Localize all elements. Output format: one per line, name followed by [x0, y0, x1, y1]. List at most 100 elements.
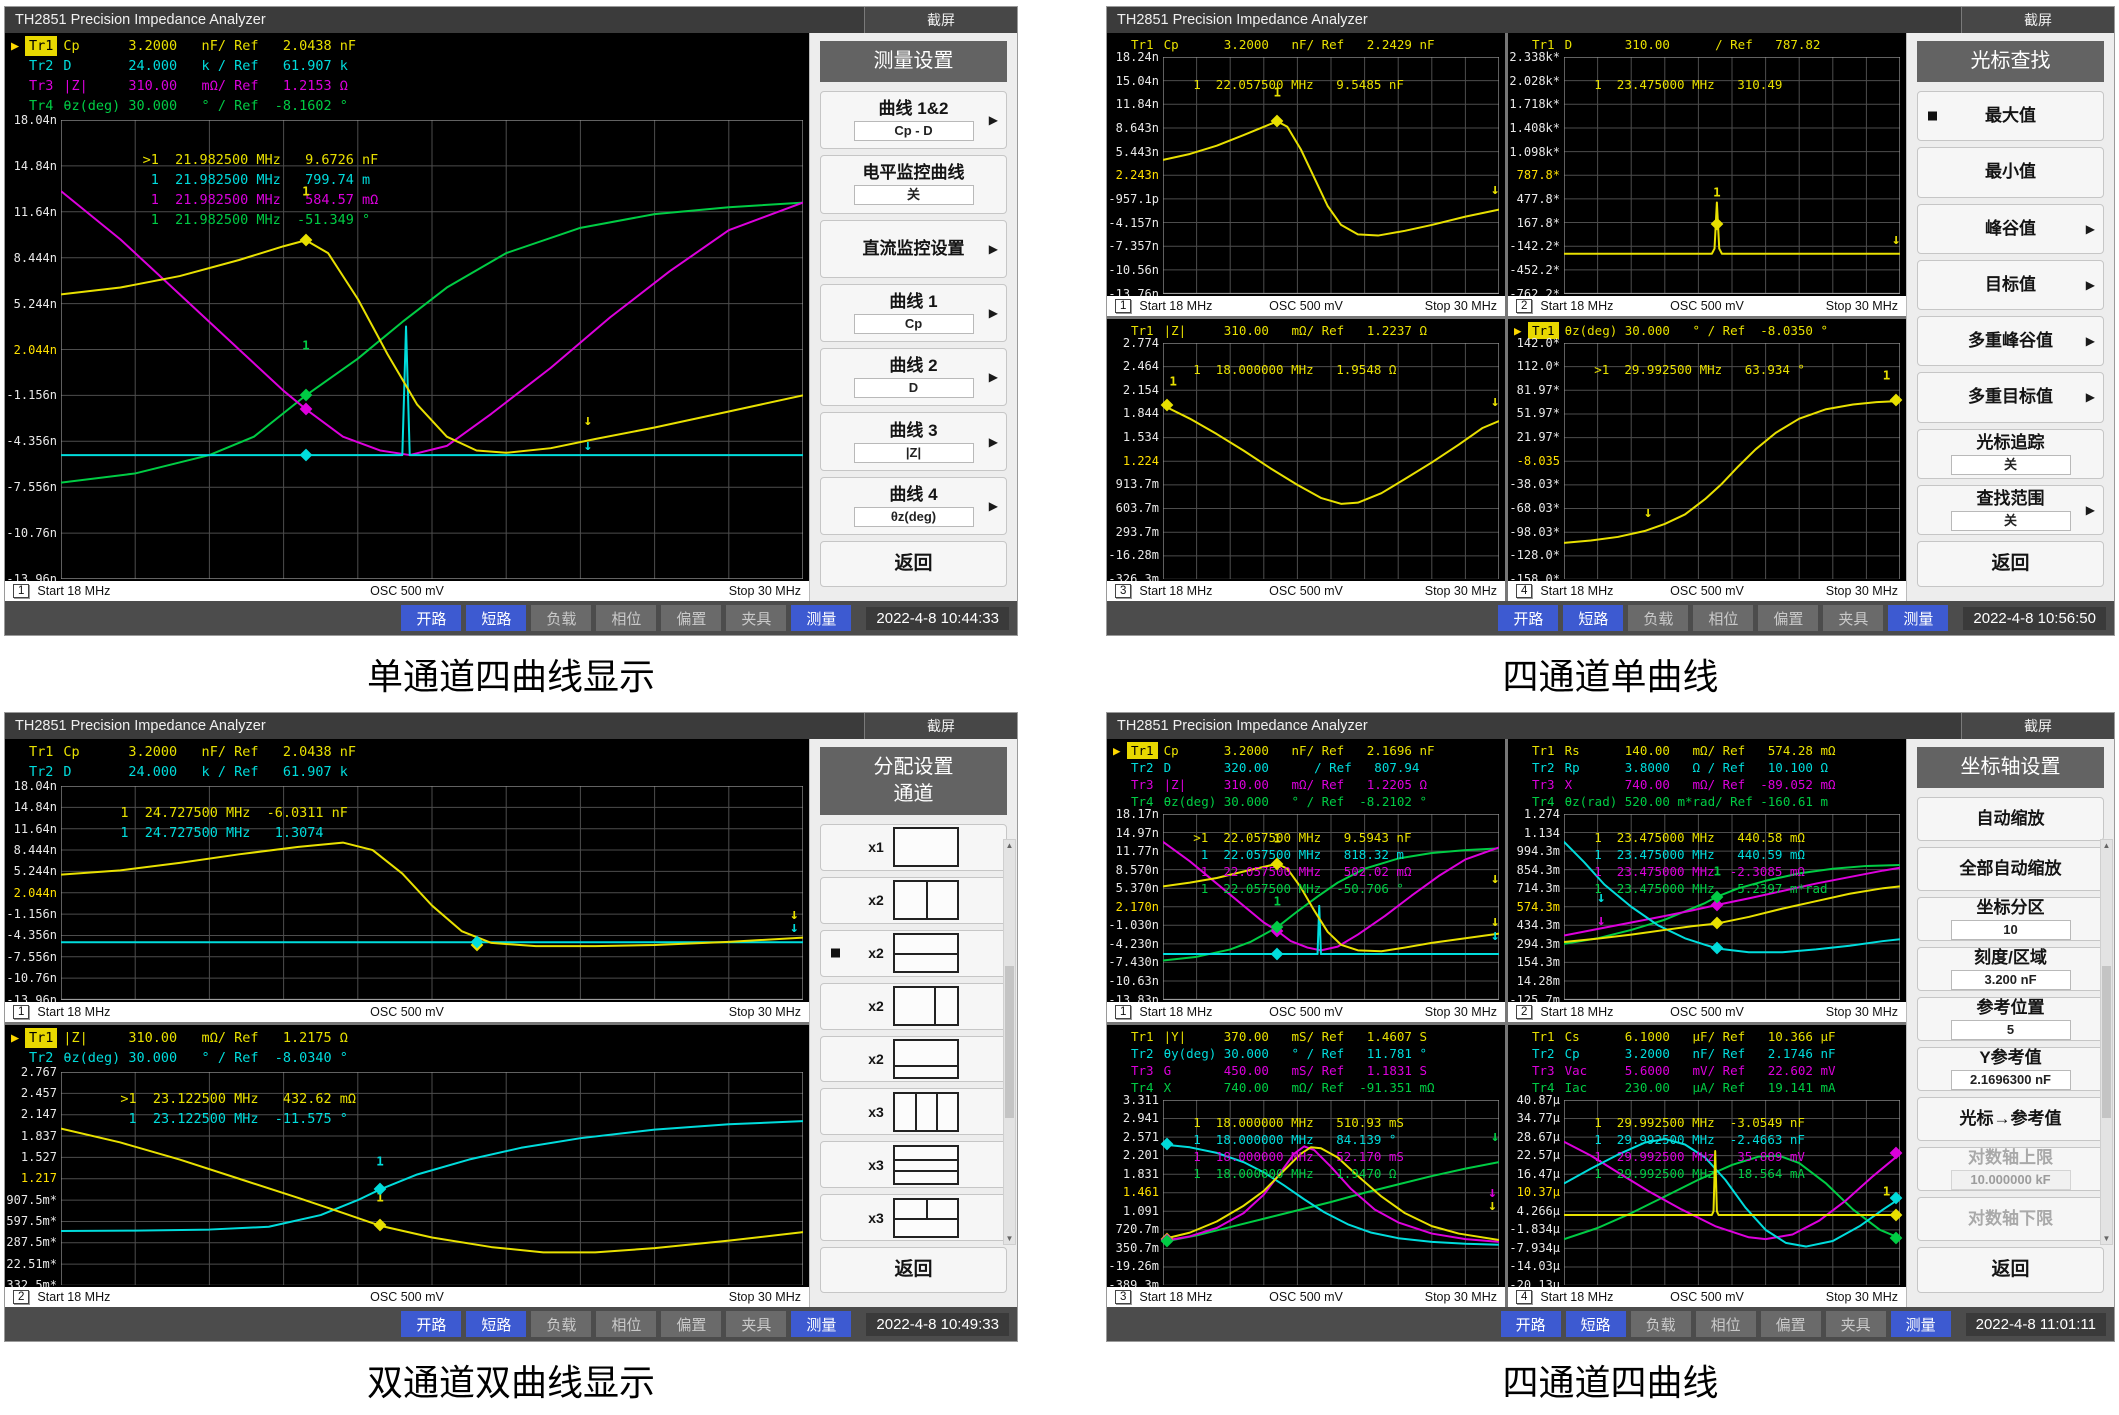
- menu-item[interactable]: x2: [820, 930, 1007, 977]
- plot-area: 1 24.727500 MHz -6.0311 nF1 24.727500 MH…: [61, 786, 803, 1000]
- menu-item[interactable]: x1: [820, 824, 1007, 871]
- marker-number-label: 1: [1883, 1183, 1891, 1198]
- menu-item[interactable]: x2: [820, 983, 1007, 1030]
- menu-panel: 分配设置通道x1x2x2x2x2x3x3x3返回▲▼: [809, 739, 1017, 1307]
- status-button-measure[interactable]: 测量: [1888, 605, 1948, 631]
- status-button-phase[interactable]: 相位: [1696, 1311, 1756, 1337]
- status-button-measure[interactable]: 测量: [1891, 1311, 1951, 1337]
- sweep-stop: Stop 30 MHz: [729, 1005, 801, 1019]
- status-button-short[interactable]: 短路: [1563, 605, 1623, 631]
- back-button[interactable]: 返回: [820, 1247, 1007, 1293]
- menu-item[interactable]: 曲线 1&2Cp - D▶: [820, 91, 1007, 149]
- status-button-open[interactable]: 开路: [401, 1311, 461, 1337]
- status-button-load[interactable]: 负载: [531, 1311, 591, 1337]
- y-axis-labels: 18.24n15.04n11.84n8.643n5.443n2.243n-957…: [1107, 57, 1163, 294]
- sweep-footer: 4Start 18 MHzOSC 500 mVStop 30 MHz: [1508, 1287, 1906, 1307]
- y-axis-label: -7.934μ: [1509, 1241, 1560, 1255]
- menu-item[interactable]: x2: [820, 877, 1007, 924]
- menu-item[interactable]: 坐标分区10: [1917, 897, 2104, 941]
- y-axis-label: 5.244n: [14, 297, 57, 311]
- status-button-phase[interactable]: 相位: [596, 605, 656, 631]
- status-button-bias[interactable]: 偏置: [661, 605, 721, 631]
- back-button[interactable]: 返回: [1917, 1247, 2104, 1293]
- status-button-open[interactable]: 开路: [1498, 605, 1558, 631]
- screenshot-button[interactable]: 截屏: [864, 713, 1017, 739]
- menu-item[interactable]: 最大值: [1917, 91, 2104, 141]
- y-axis-label: 1.534: [1123, 430, 1159, 444]
- status-button-bias[interactable]: 偏置: [1758, 605, 1818, 631]
- status-button-bias[interactable]: 偏置: [661, 1311, 721, 1337]
- status-button-short[interactable]: 短路: [466, 1311, 526, 1337]
- menu-item[interactable]: 最小值: [1917, 147, 2104, 197]
- menu-item[interactable]: x3: [820, 1141, 1007, 1188]
- menu-item[interactable]: 曲线 1Cp▶: [820, 284, 1007, 342]
- status-button-short[interactable]: 短路: [1566, 1311, 1626, 1337]
- menu-item[interactable]: 多重目标值▶: [1917, 372, 2104, 422]
- screenshot-button[interactable]: 截屏: [1961, 7, 2114, 33]
- menu-item-value: 10: [1951, 920, 2071, 940]
- marker-number-label: 1: [302, 184, 310, 199]
- status-button-measure[interactable]: 测量: [791, 1311, 851, 1337]
- menu-item[interactable]: x2: [820, 1036, 1007, 1083]
- status-button-open[interactable]: 开路: [401, 605, 461, 631]
- status-button-load[interactable]: 负载: [531, 605, 591, 631]
- menu-item[interactable]: 直流监控设置▶: [820, 220, 1007, 278]
- status-button-measure[interactable]: 测量: [791, 605, 851, 631]
- menu-item[interactable]: 目标值▶: [1917, 260, 2104, 310]
- status-button-bias[interactable]: 偏置: [1761, 1311, 1821, 1337]
- status-button-short[interactable]: 短路: [466, 605, 526, 631]
- osc-level: OSC 500 mV: [1670, 1005, 1744, 1019]
- sweep-start: Start 18 MHz: [1540, 584, 1613, 598]
- scrollbar-thumb[interactable]: [2102, 966, 2111, 1119]
- layout-count-label: x2: [868, 998, 884, 1014]
- status-button-open[interactable]: 开路: [1501, 1311, 1561, 1337]
- menu-item-value: 10.000000 kF: [1951, 1170, 2071, 1190]
- timestamp: 2022-4-8 10:49:33: [866, 1313, 1009, 1336]
- status-button-fixture[interactable]: 夹具: [1826, 1311, 1886, 1337]
- menu-item[interactable]: 自动缩放: [1917, 797, 2104, 841]
- screenshot-button[interactable]: 截屏: [1961, 713, 2114, 739]
- y-axis-label: -142.2*: [1509, 239, 1560, 253]
- status-button-phase[interactable]: 相位: [596, 1311, 656, 1337]
- menu-item[interactable]: x3: [820, 1088, 1007, 1135]
- menu-item[interactable]: 电平监控曲线关: [820, 155, 1007, 213]
- marker-number-label: 1: [1883, 367, 1891, 382]
- trace-scale-ref: D 310.00 / Ref 787.82: [1565, 36, 1821, 53]
- menu-item[interactable]: 查找范围关▶: [1917, 485, 2104, 535]
- y-axis-label: 2.154: [1123, 383, 1159, 397]
- menu-item[interactable]: 曲线 2D▶: [820, 348, 1007, 406]
- screenshot-button[interactable]: 截屏: [864, 7, 1017, 33]
- menu-item[interactable]: Y参考值2.1696300 nF: [1917, 1047, 2104, 1091]
- status-button-fixture[interactable]: 夹具: [726, 605, 786, 631]
- trace-readout: Tr1|Y| 370.00 mS/ Ref 1.4607 S: [1113, 1028, 1505, 1045]
- back-button[interactable]: 返回: [1917, 541, 2104, 587]
- menu-item[interactable]: 多重峰谷值▶: [1917, 316, 2104, 366]
- y-axis-label: 18.04n: [14, 779, 57, 793]
- status-button-fixture[interactable]: 夹具: [1823, 605, 1883, 631]
- status-button-load[interactable]: 负载: [1628, 605, 1688, 631]
- trace-name: Tr2: [1528, 1045, 1559, 1062]
- menu-item[interactable]: 对数轴上限10.000000 kF: [1917, 1147, 2104, 1191]
- menu-scrollbar[interactable]: ▲▼: [1003, 839, 1016, 1245]
- menu-item[interactable]: 刻度/区域3.200 nF: [1917, 947, 2104, 991]
- layout-thumbnail-icon: [893, 880, 959, 920]
- y-axis-label: 81.97*: [1517, 383, 1560, 397]
- back-button[interactable]: 返回: [820, 541, 1007, 587]
- menu-item[interactable]: 峰谷值▶: [1917, 204, 2104, 254]
- menu-item[interactable]: 全部自动缩放: [1917, 847, 2104, 891]
- scrollbar-thumb[interactable]: [1005, 966, 1014, 1119]
- menu-item[interactable]: 曲线 3|Z|▶: [820, 412, 1007, 470]
- menu-item[interactable]: 光标追踪关: [1917, 429, 2104, 479]
- status-button-phase[interactable]: 相位: [1693, 605, 1753, 631]
- channel-number: 2: [13, 1290, 29, 1304]
- menu-item[interactable]: 参考位置5: [1917, 997, 2104, 1041]
- menu-scrollbar[interactable]: ▲▼: [2100, 839, 2113, 1245]
- status-button-load[interactable]: 负载: [1631, 1311, 1691, 1337]
- menu-item[interactable]: 对数轴下限: [1917, 1197, 2104, 1241]
- menu-item[interactable]: x3: [820, 1194, 1007, 1241]
- menu-item[interactable]: 曲线 4θz(deg)▶: [820, 477, 1007, 535]
- status-button-fixture[interactable]: 夹具: [726, 1311, 786, 1337]
- submenu-arrow-icon: ▶: [2086, 390, 2095, 404]
- y-axis-labels: 18.04n14.84n11.64n8.444n5.244n2.044n-1.1…: [5, 786, 61, 1000]
- menu-item[interactable]: 光标→参考值: [1917, 1097, 2104, 1141]
